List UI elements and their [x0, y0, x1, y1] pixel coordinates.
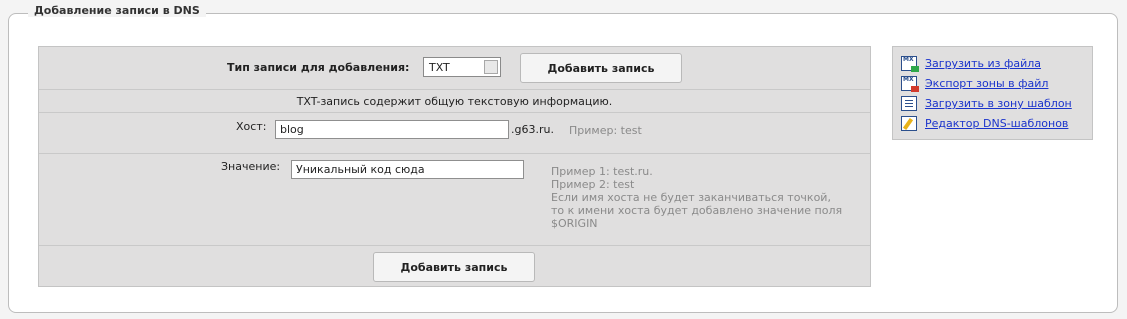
add-record-button-top[interactable]: Добавить запись: [520, 53, 682, 83]
row-divider: [39, 89, 870, 90]
value-hint-line: $ORIGIN: [551, 217, 598, 230]
row-divider: [39, 153, 870, 154]
value-hint-line: Если имя хоста не будет заканчиваться то…: [551, 191, 831, 204]
host-domain-suffix: .g63.ru.: [511, 123, 554, 136]
sidebar-item-label[interactable]: Загрузить из файла: [925, 57, 1041, 70]
value-input[interactable]: [291, 160, 524, 179]
sidebar-item-label[interactable]: Загрузить в зону шаблон: [925, 97, 1072, 110]
sidebar-item-label[interactable]: Редактор DNS-шаблонов: [925, 117, 1068, 130]
host-label: Хост:: [236, 120, 267, 133]
value-hint-line: Пример 1: test.ru.: [551, 165, 653, 178]
fieldset-legend: Добавление записи в DNS: [28, 4, 206, 17]
value-hint-line: Пример 2: test: [551, 178, 635, 191]
row-divider: [39, 112, 870, 113]
record-type-value: TXT: [429, 61, 450, 74]
record-type-select[interactable]: TXT: [423, 57, 501, 77]
import-file-icon: [901, 56, 919, 72]
host-hint: Пример: test: [569, 124, 642, 137]
template-editor-icon: [901, 116, 917, 131]
value-label: Значение:: [221, 160, 281, 173]
add-record-form: Тип записи для добавления: TXT Добавить …: [38, 46, 871, 287]
record-description: TXT-запись содержит общую текстовую инфо…: [296, 95, 613, 108]
select-handle-icon: [484, 60, 498, 74]
export-zone-icon: [901, 76, 919, 92]
actions-sidebar: Загрузить из файла Экспорт зоны в файл З…: [892, 46, 1093, 140]
load-template-icon: [901, 96, 917, 111]
row-divider: [39, 245, 870, 246]
host-input[interactable]: [275, 120, 509, 139]
record-type-label: Тип записи для добавления:: [227, 61, 410, 74]
add-record-button-bottom[interactable]: Добавить запись: [373, 252, 535, 282]
value-hint-line: то к имени хоста будет добавлено значени…: [551, 204, 843, 217]
value-hints: Пример 1: test.ru. Пример 2: test Если и…: [551, 165, 842, 230]
sidebar-item-label[interactable]: Экспорт зоны в файл: [925, 77, 1048, 90]
